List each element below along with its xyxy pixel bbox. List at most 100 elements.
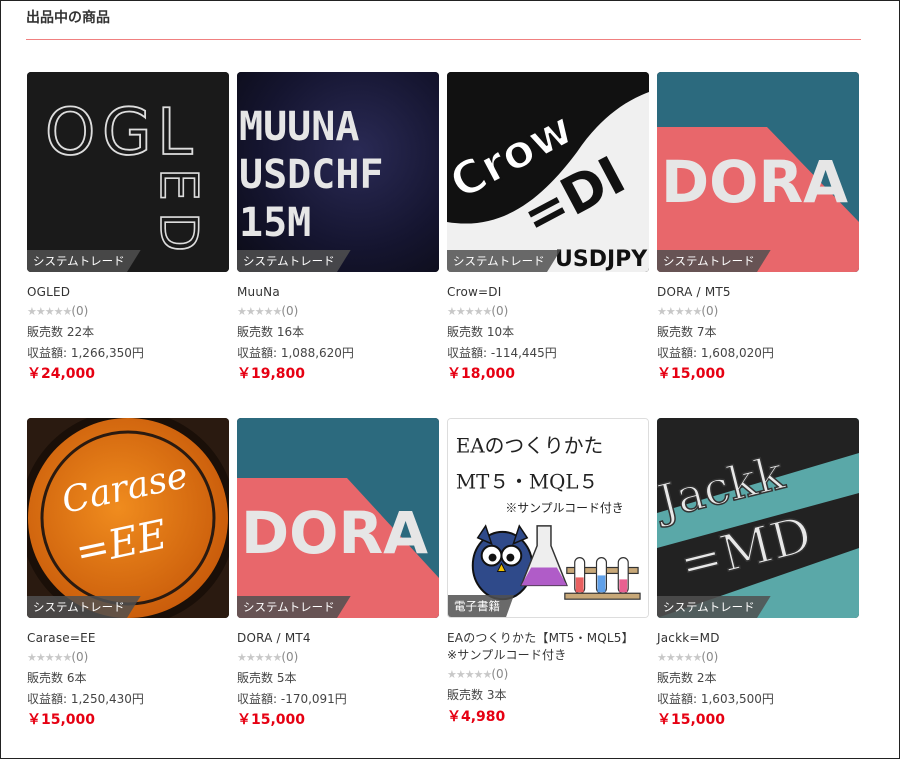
rating-count: (0) (491, 304, 509, 318)
product-card-carase-ee[interactable]: Carase =EE システムトレード Carase=EE ★★★★★(0) 販… (27, 418, 229, 729)
revenue: 収益額: -170,091円 (237, 692, 347, 706)
crow-di-artwork: Crow =DI USDJPY (447, 72, 649, 272)
rating: ★★★★★(0) (237, 303, 439, 320)
rating: ★★★★★(0) (447, 303, 649, 320)
test-tubes-illustration (564, 557, 641, 600)
product-title[interactable]: Carase=EE (27, 630, 229, 647)
product-card-ogled[interactable]: O G L E D システムトレード OGLED ★★★★★(0) 販売数 22… (27, 72, 229, 383)
rating-count: (0) (491, 667, 509, 681)
rating-count: (0) (701, 304, 719, 318)
sales-count: 販売数 3本 (447, 688, 507, 702)
product-card-dora-mt4[interactable]: DORA システムトレード DORA / MT4 ★★★★★(0) 販売数 5本… (237, 418, 439, 729)
star-rating-icon: ★★★★★ (237, 651, 282, 664)
star-rating-icon: ★★★★★ (447, 668, 492, 681)
rating-count: (0) (281, 304, 299, 318)
carase-ee-artwork: Carase =EE (27, 418, 229, 618)
rating: ★★★★★(0) (447, 666, 649, 683)
revenue: 収益額: 1,250,430円 (27, 692, 144, 706)
product-thumbnail[interactable]: Crow =DI USDJPY システムトレード (447, 72, 649, 272)
sales-count: 販売数 22本 (27, 325, 95, 339)
category-badge: システムトレード (237, 250, 351, 272)
rating: ★★★★★(0) (27, 649, 229, 666)
product-card-jackk-md[interactable]: Jackk =MD システムトレード Jackk=MD ★★★★★(0) 販売数… (657, 418, 859, 729)
product-title[interactable]: EAのつくりかた【MT5・MQL5】※サンプルコード付き (447, 630, 637, 664)
category-badge: 電子書籍 (448, 595, 514, 617)
revenue: 収益額: -114,445円 (447, 346, 557, 360)
art-text: DORA (661, 148, 848, 216)
product-thumbnail[interactable]: MUUNA USDCHF 15M システムトレード (237, 72, 439, 272)
product-thumbnail[interactable]: DORA システムトレード (657, 72, 859, 272)
product-title[interactable]: Crow=DI (447, 284, 649, 301)
product-title[interactable]: DORA / MT4 (237, 630, 439, 647)
sales-count: 販売数 6本 (27, 671, 87, 685)
art-text: D (148, 212, 208, 252)
price: ￥19,800 (237, 366, 306, 382)
sales-count: 販売数 16本 (237, 325, 305, 339)
rating-count: (0) (71, 650, 89, 664)
category-badge: システムトレード (27, 596, 141, 618)
price: ￥24,000 (27, 366, 96, 382)
star-rating-icon: ★★★★★ (657, 651, 702, 664)
category-badge: システムトレード (447, 250, 561, 272)
rating-count: (0) (701, 650, 719, 664)
art-text: 15M (239, 200, 311, 246)
product-card-dora-mt5[interactable]: DORA システムトレード DORA / MT5 ★★★★★(0) 販売数 7本… (657, 72, 859, 383)
dora-mt4-artwork: DORA (237, 418, 439, 618)
sales-count: 販売数 2本 (657, 671, 717, 685)
product-card-crow-di[interactable]: Crow =DI USDJPY システムトレード Crow=DI ★★★★★(0… (447, 72, 649, 383)
ea-book-artwork: EAのつくりかた MT５・MQL５ ※サンプルコード付き (448, 419, 648, 617)
star-rating-icon: ★★★★★ (447, 305, 492, 318)
page-frame: 出品中の商品 O G L E D システムトレード OGLED ★★★★★(0)… (0, 0, 900, 759)
jackk-md-artwork: Jackk =MD (657, 418, 859, 618)
art-text: DORA (241, 499, 428, 567)
product-thumbnail[interactable]: DORA システムトレード (237, 418, 439, 618)
owl-illustration (471, 524, 534, 601)
art-text: E (148, 168, 208, 201)
rating-count: (0) (281, 650, 299, 664)
dora-mt5-artwork: DORA (657, 72, 859, 272)
revenue: 収益額: 1,088,620円 (237, 346, 354, 360)
revenue: 収益額: 1,603,500円 (657, 692, 774, 706)
product-card-ea-book[interactable]: EAのつくりかた MT５・MQL５ ※サンプルコード付き 電子書籍 EAのつくり… (447, 418, 649, 726)
art-text: EAのつくりかた (456, 435, 603, 458)
product-thumbnail[interactable]: O G L E D システムトレード (27, 72, 229, 272)
rating: ★★★★★(0) (237, 649, 439, 666)
art-text: USDJPY (555, 247, 648, 272)
section-title: 出品中の商品 (26, 10, 110, 26)
art-text: ※サンプルコード付き (505, 501, 623, 515)
product-title[interactable]: OGLED (27, 284, 229, 301)
price: ￥15,000 (657, 712, 726, 728)
star-rating-icon: ★★★★★ (657, 305, 702, 318)
category-badge: システムトレード (657, 250, 771, 272)
sales-count: 販売数 7本 (657, 325, 717, 339)
revenue: 収益額: 1,608,020円 (657, 346, 774, 360)
product-thumbnail[interactable]: Jackk =MD システムトレード (657, 418, 859, 618)
star-rating-icon: ★★★★★ (237, 305, 282, 318)
price: ￥15,000 (657, 366, 726, 382)
sales-count: 販売数 10本 (447, 325, 515, 339)
art-text: G (102, 96, 152, 170)
muuna-artwork: MUUNA USDCHF 15M (237, 72, 439, 272)
star-rating-icon: ★★★★★ (27, 305, 72, 318)
product-title[interactable]: DORA / MT5 (657, 284, 859, 301)
product-thumbnail[interactable]: Carase =EE システムトレード (27, 418, 229, 618)
price: ￥4,980 (447, 709, 506, 725)
product-title[interactable]: Jackk=MD (657, 630, 859, 647)
price: ￥18,000 (447, 366, 516, 382)
price: ￥15,000 (237, 712, 306, 728)
product-card-muuna[interactable]: MUUNA USDCHF 15M システムトレード MuuNa ★★★★★(0)… (237, 72, 439, 383)
section-divider (26, 39, 861, 40)
product-title[interactable]: MuuNa (237, 284, 439, 301)
art-text: MT５・MQL５ (456, 470, 598, 493)
art-text: L (157, 96, 193, 170)
price: ￥15,000 (27, 712, 96, 728)
star-rating-icon: ★★★★★ (27, 651, 72, 664)
art-text: MUUNA (239, 104, 359, 150)
ogled-artwork: O G L E D (27, 72, 229, 272)
revenue: 収益額: 1,266,350円 (27, 346, 144, 360)
art-text: O (45, 96, 95, 170)
rating-count: (0) (71, 304, 89, 318)
rating: ★★★★★(0) (657, 649, 859, 666)
product-thumbnail[interactable]: EAのつくりかた MT５・MQL５ ※サンプルコード付き 電子書籍 (447, 418, 649, 618)
rating: ★★★★★(0) (27, 303, 229, 320)
